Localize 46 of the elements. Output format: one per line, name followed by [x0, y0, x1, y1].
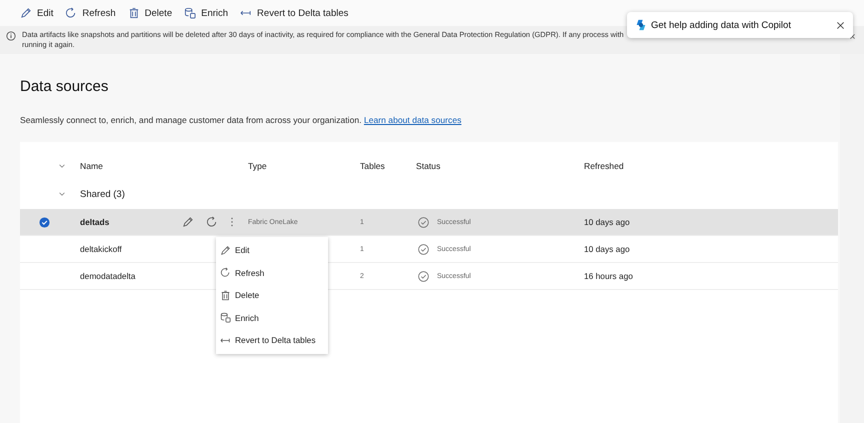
- pencil-icon: [20, 7, 32, 19]
- checkmark-icon[interactable]: [38, 216, 50, 228]
- table-cell: 16 hours ago: [584, 271, 633, 281]
- page-title: Data sources: [20, 78, 110, 97]
- refresh-icon[interactable]: [206, 216, 218, 228]
- group-label: Shared (3): [80, 188, 125, 200]
- column-header[interactable]: Tables: [360, 161, 385, 171]
- column-header[interactable]: Name: [80, 161, 103, 171]
- check-circle-icon: [418, 244, 429, 254]
- table-cell: 10 days ago: [584, 217, 630, 227]
- chevron-icon[interactable]: [58, 190, 66, 198]
- table-cell: 10 days ago: [584, 244, 630, 254]
- toolbar-button[interactable]: Revert to Delta tables: [236, 5, 352, 21]
- learn-more-link[interactable]: Learn about data sources: [364, 115, 462, 125]
- database-icon: [184, 7, 196, 19]
- pencil-icon[interactable]: [182, 216, 194, 228]
- toolbar-button[interactable]: Enrich: [180, 5, 232, 21]
- pencil-icon: [220, 244, 231, 256]
- copilot-icon: [635, 19, 647, 31]
- data-source-name[interactable]: deltakickoff: [80, 244, 122, 254]
- toolbar-button[interactable]: Delete: [124, 5, 176, 21]
- menu-item[interactable]: Refresh: [216, 262, 328, 284]
- menu-item[interactable]: Delete: [216, 284, 328, 306]
- toolbar-button[interactable]: Edit: [16, 5, 58, 21]
- chevron-icon[interactable]: [58, 162, 66, 170]
- menu-item[interactable]: Revert to Delta tables: [216, 329, 328, 352]
- toolbar-button[interactable]: Refresh: [61, 5, 120, 21]
- menu-item[interactable]: Enrich: [216, 306, 328, 329]
- refresh-icon: [220, 267, 231, 278]
- trash-icon: [220, 290, 231, 301]
- menu-item[interactable]: Edit: [216, 239, 328, 262]
- more-icon[interactable]: [230, 216, 234, 228]
- column-header[interactable]: Refreshed: [584, 161, 624, 171]
- data-source-name[interactable]: deltads: [80, 217, 110, 227]
- close-icon[interactable]: [836, 20, 845, 30]
- database-icon: [220, 312, 231, 324]
- trash-icon: [128, 7, 140, 19]
- column-header[interactable]: Type: [248, 161, 267, 171]
- data-source-name[interactable]: demodatadelta: [80, 271, 136, 281]
- popup-text: Get help adding data with Copilot: [651, 20, 792, 30]
- refresh-icon: [65, 7, 78, 19]
- column-header[interactable]: Status: [416, 161, 440, 171]
- check-circle-icon: [418, 270, 429, 282]
- check-circle-icon: [418, 216, 429, 228]
- info-icon: [6, 31, 16, 41]
- page-description: Seamlessly connect to, enrich, and manage customer data from across your organization.: [20, 115, 362, 125]
